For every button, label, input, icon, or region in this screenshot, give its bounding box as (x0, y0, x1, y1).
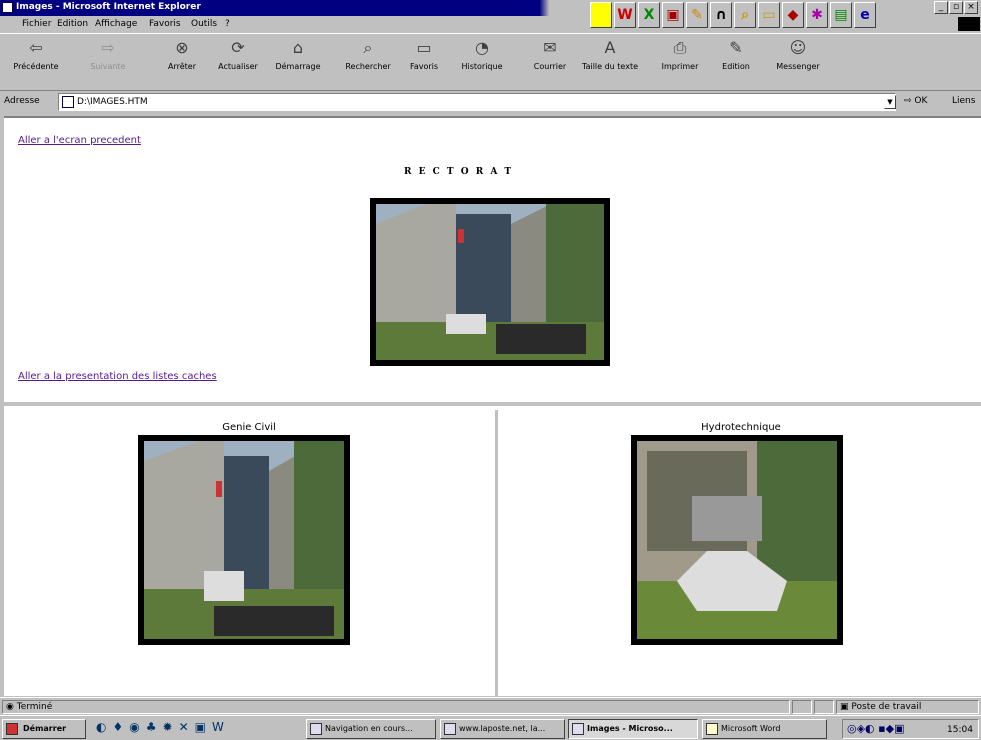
page-icon (62, 96, 74, 108)
ie-task-icon (444, 723, 456, 735)
status-pane-empty (792, 700, 812, 714)
page-content: Aller a l'ecran precedent R E C T O R A … (4, 116, 981, 698)
history-icon: ◔ (475, 38, 489, 57)
right-frame: Hydrotechnique (501, 410, 981, 698)
page-heading: R E C T O R A T (404, 167, 514, 177)
left-frame: Genie Civil (4, 410, 498, 698)
text-size-button[interactable]: A Taille du texte (582, 38, 638, 92)
refresh-button[interactable]: ⟳ Actualiser (210, 38, 266, 92)
status-zone: ▣ Poste de travail (836, 700, 979, 714)
favorites-button[interactable]: ▭ Favoris (396, 38, 452, 92)
address-input[interactable]: D:\IMAGES.HTM (58, 93, 896, 111)
messenger-button[interactable]: ☺ Messenger (770, 38, 826, 92)
address-label: Adresse (4, 96, 40, 106)
lists-link[interactable]: Aller a la presentation des listes cache… (18, 371, 217, 382)
window-controls: _ ▫ × (932, 0, 981, 16)
windows-flag-icon (6, 723, 18, 735)
mail-button[interactable]: ✉ Courrier (522, 38, 578, 92)
quicklaunch-icon-4[interactable]: ♣ (146, 720, 163, 734)
done-icon: ◉ (6, 702, 14, 712)
edit-button[interactable]: ✎ Edition (708, 38, 764, 92)
search-icon: ⌕ (363, 38, 373, 57)
minimize-button[interactable]: _ (934, 1, 948, 14)
task-navigation[interactable]: Navigation en cours... (306, 719, 436, 739)
clock[interactable]: 15:04 (947, 725, 973, 735)
quicklaunch-icon-8[interactable]: W (212, 720, 230, 734)
ie-task-icon (572, 723, 584, 735)
status-bar: ◉ Terminé ▣ Poste de travail (0, 697, 981, 715)
binder-icon[interactable]: ✱ (806, 2, 828, 28)
address-value: D:\IMAGES.HTM (77, 97, 148, 107)
menu-help[interactable]: ? (225, 19, 230, 29)
genie-civil-photo (138, 435, 350, 645)
edit-icon: ✎ (729, 38, 743, 57)
go-button[interactable]: ⇨ OK (904, 96, 927, 106)
maximize-button[interactable]: ▫ (949, 1, 963, 14)
computer-icon: ▣ (840, 702, 849, 712)
back-link[interactable]: Aller a l'ecran precedent (18, 135, 141, 146)
quicklaunch-icon-3[interactable]: ◉ (129, 720, 145, 734)
stop-button[interactable]: ⊗ Arrêter (154, 38, 210, 92)
go-arrow-icon: ⇨ (904, 96, 912, 106)
quicklaunch-icon-1[interactable]: ◐ (96, 720, 112, 734)
menu-outils[interactable]: Outils (191, 19, 217, 29)
system-tray: ◎◈◐ ▪◆▣ 15:04 (842, 719, 979, 739)
text-size-icon: A (604, 38, 616, 57)
history-button[interactable]: ◔ Historique (454, 38, 510, 92)
stop-icon: ⊗ (175, 38, 189, 57)
task-images[interactable]: Images - Microso... (568, 719, 698, 739)
quicklaunch-icon-5[interactable]: ✹ (163, 720, 179, 734)
menu-edition[interactable]: Edition (57, 19, 88, 29)
address-bar: Adresse D:\IMAGES.HTM ▼ ⇨ OK Liens (0, 93, 981, 111)
left-caption: Genie Civil (222, 422, 276, 433)
quicklaunch-icon-2[interactable]: ♦ (112, 720, 129, 734)
menu-fichier[interactable]: Fichier (22, 19, 51, 29)
task-app-icon (310, 723, 322, 735)
hydrotechnique-photo (631, 435, 843, 645)
top-frame: Aller a l'ecran precedent R E C T O R A … (4, 118, 981, 406)
window-title: Images - Microsoft Internet Explorer (16, 2, 201, 12)
toolbar: ⇦ Précédente ⇨ Suivante ⊗ Arrêter ⟳ Actualis… (0, 33, 981, 91)
menu-favoris[interactable]: Favoris (149, 19, 181, 29)
menu-bar: Fichier Edition Affichage Favoris Outils… (0, 16, 760, 32)
home-button[interactable]: ⌂ Démarrage (270, 38, 326, 92)
messenger-icon: ☺ (789, 38, 807, 57)
ie-icon[interactable]: e (854, 2, 876, 28)
quicklaunch-icon-6[interactable]: ✕ (179, 720, 195, 734)
back-arrow-icon: ⇦ (29, 38, 43, 57)
close-button[interactable]: × (964, 1, 978, 14)
search-button[interactable]: ⌕ Rechercher (340, 38, 396, 92)
forward-button[interactable]: ⇨ Suivante (80, 38, 136, 92)
tray-icons[interactable]: ◎◈◐ ▪◆▣ (847, 722, 904, 735)
refresh-icon: ⟳ (231, 38, 245, 57)
word-task-icon (706, 723, 718, 735)
home-icon: ⌂ (292, 38, 304, 57)
print-button[interactable]: ⎙ Imprimer (652, 38, 708, 92)
quicklaunch-icon-7[interactable]: ▣ (195, 720, 212, 734)
rectorat-photo (370, 198, 610, 366)
task-word[interactable]: Microsoft Word (702, 719, 827, 739)
mail-icon: ✉ (543, 38, 557, 57)
quick-launch: ◐♦◉♣✹✕▣W (96, 720, 274, 738)
access-icon[interactable]: ◆ (782, 2, 804, 28)
links-button[interactable]: Liens (952, 96, 975, 106)
printer-icon: ⎙ (673, 38, 687, 57)
windows-logo-throbber (958, 17, 980, 31)
favorites-icon: ▭ (416, 38, 432, 57)
task-laposte[interactable]: www.laposte.net, la... (440, 719, 565, 739)
publisher-icon[interactable]: ▤ (830, 2, 852, 28)
status-text-pane: ◉ Terminé (2, 700, 790, 714)
menu-affichage[interactable]: Affichage (95, 19, 137, 29)
taskbar: Démarrer ◐♦◉♣✹✕▣W Navigation en cours...… (0, 715, 981, 740)
address-dropdown-arrow[interactable]: ▼ (884, 95, 896, 109)
right-caption: Hydrotechnique (701, 422, 781, 433)
start-button[interactable]: Démarrer (2, 719, 86, 739)
back-button[interactable]: ⇦ Précédente (8, 38, 64, 92)
status-pane-empty-2 (814, 700, 834, 714)
folder-icon[interactable]: ▭ (758, 2, 780, 28)
ie-app-icon[interactable] (2, 2, 13, 13)
forward-arrow-icon: ⇨ (101, 38, 115, 57)
